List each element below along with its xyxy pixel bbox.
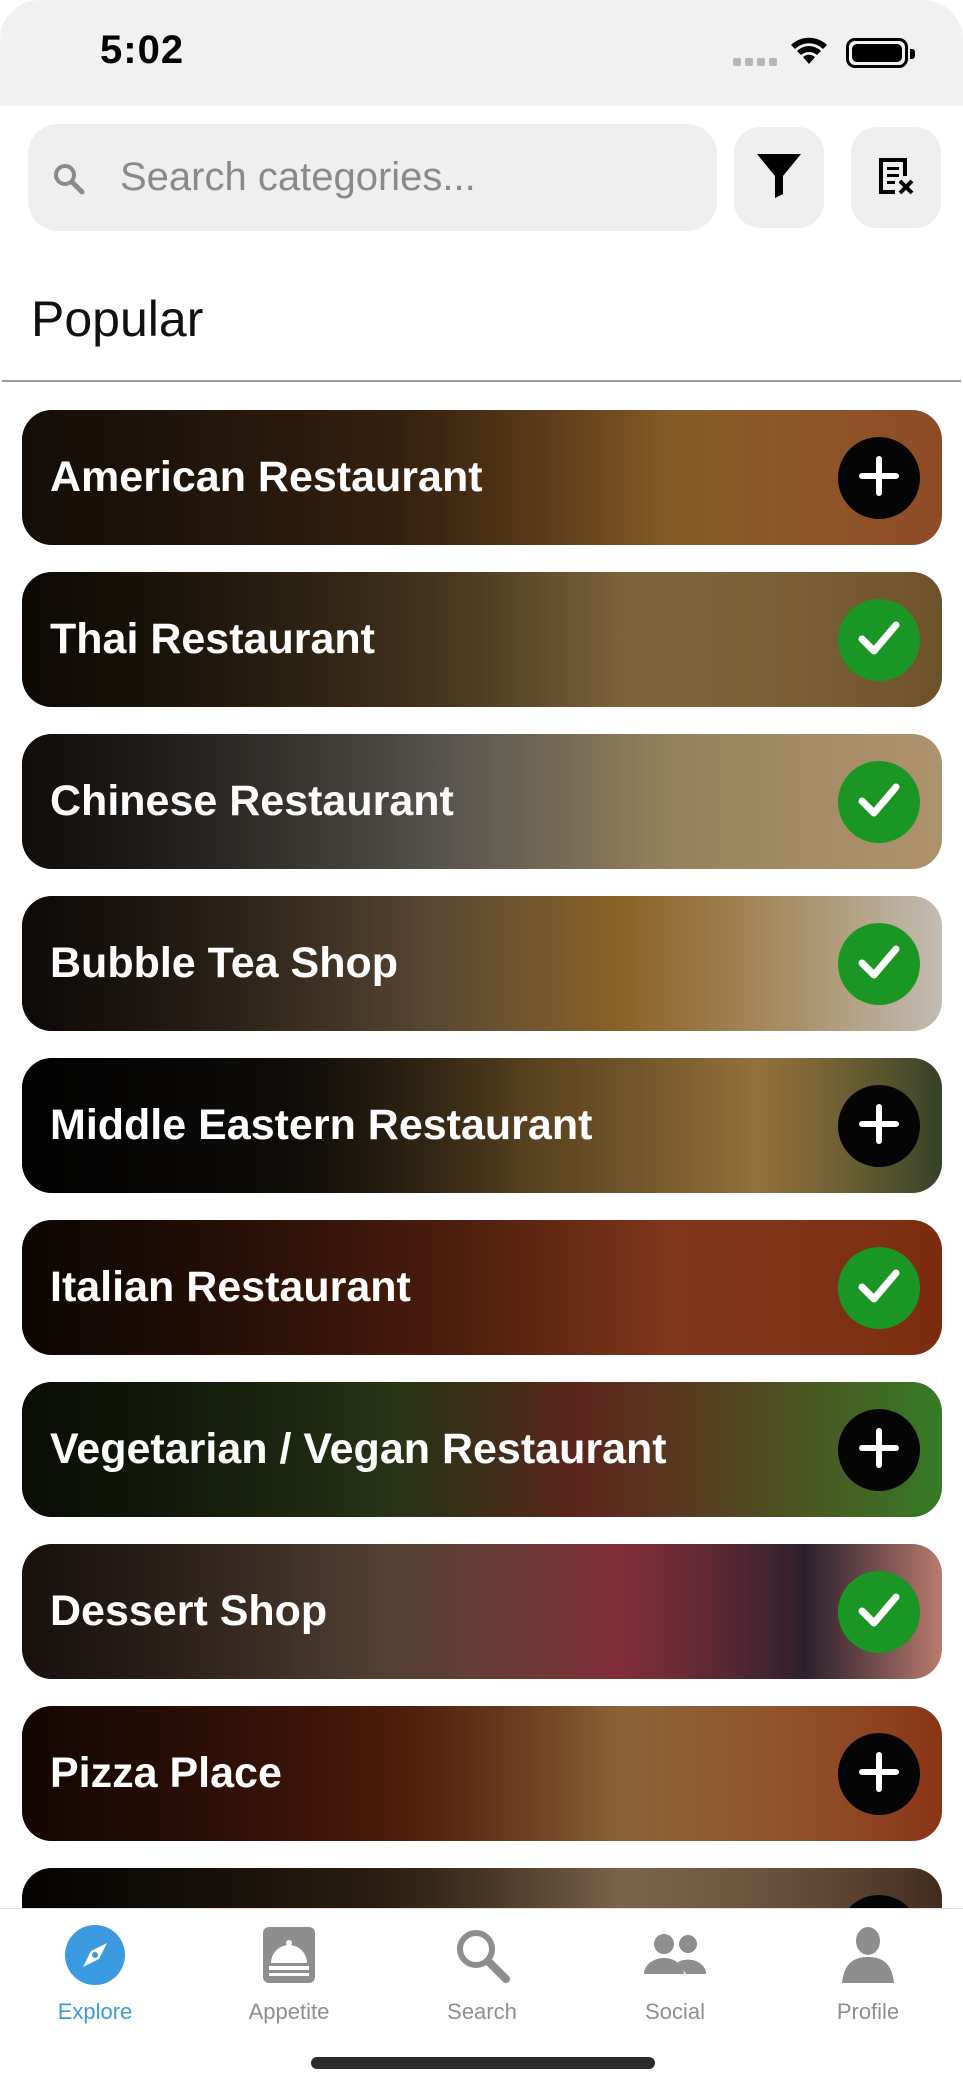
category-card[interactable]: American Restaurant bbox=[22, 410, 942, 545]
remove-category-button[interactable] bbox=[838, 923, 920, 1005]
category-card[interactable]: Chinese Restaurant bbox=[22, 734, 942, 869]
cellular-signal-icon bbox=[733, 58, 779, 68]
add-category-button[interactable] bbox=[838, 1733, 920, 1815]
category-label: Vegetarian / Vegan Restaurant bbox=[50, 1425, 667, 1473]
clear-list-icon bbox=[875, 154, 917, 201]
cloche-icon bbox=[214, 1923, 364, 1987]
tab-label: Profile bbox=[836, 1999, 900, 2024]
category-card[interactable]: Italian Restaurant bbox=[22, 1220, 942, 1355]
filter-button[interactable] bbox=[734, 127, 824, 228]
tab-label: Search bbox=[447, 1999, 517, 2024]
category-card[interactable]: Dessert Shop bbox=[22, 1544, 942, 1679]
remove-category-button[interactable] bbox=[838, 1247, 920, 1329]
category-label: Pizza Place bbox=[50, 1749, 282, 1797]
category-label: Bubble Tea Shop bbox=[50, 939, 398, 987]
tab-search[interactable]: Search bbox=[407, 1923, 557, 2033]
person-icon bbox=[793, 1923, 943, 1987]
checkmark-icon bbox=[854, 775, 904, 830]
remove-category-button[interactable] bbox=[838, 761, 920, 843]
checkmark-icon bbox=[854, 1261, 904, 1316]
people-icon bbox=[600, 1923, 750, 1987]
home-indicator bbox=[311, 2057, 655, 2069]
filter-icon bbox=[754, 150, 804, 205]
plus-icon bbox=[856, 1749, 902, 1800]
search-input[interactable] bbox=[120, 146, 700, 208]
clear-selection-button[interactable] bbox=[851, 127, 941, 228]
tab-explore[interactable]: Explore bbox=[20, 1923, 170, 2033]
tab-bar: Explore Appetite Search Social Profile bbox=[0, 1908, 963, 2084]
status-bar: 5:02 bbox=[0, 0, 963, 106]
category-card[interactable]: Thai Restaurant bbox=[22, 572, 942, 707]
category-label: Chinese Restaurant bbox=[50, 777, 454, 825]
category-card[interactable]: Middle Eastern Restaurant bbox=[22, 1058, 942, 1193]
tab-label: Explore bbox=[57, 1999, 133, 2024]
tab-appetite[interactable]: Appetite bbox=[214, 1923, 364, 2033]
section-divider bbox=[2, 380, 961, 382]
checkmark-icon bbox=[854, 937, 904, 992]
category-label: Thai Restaurant bbox=[50, 615, 375, 663]
compass-icon bbox=[20, 1923, 170, 1987]
tab-social[interactable]: Social bbox=[600, 1923, 750, 2033]
status-time: 5:02 bbox=[100, 28, 185, 72]
remove-category-button[interactable] bbox=[838, 1571, 920, 1653]
image-overlay bbox=[22, 1868, 942, 1908]
checkmark-icon bbox=[854, 613, 904, 668]
category-list[interactable]: American Restaurant Thai Restaurant Chines… bbox=[22, 410, 942, 1908]
tab-profile[interactable]: Profile bbox=[793, 1923, 943, 2033]
add-category-button[interactable] bbox=[838, 1085, 920, 1167]
search-bar[interactable] bbox=[28, 124, 717, 231]
category-card[interactable] bbox=[22, 1868, 942, 1908]
search-icon bbox=[407, 1923, 557, 1987]
search-icon bbox=[52, 162, 86, 201]
tab-label: Appetite bbox=[248, 1999, 330, 2024]
remove-category-button[interactable] bbox=[838, 599, 920, 681]
add-category-button[interactable] bbox=[838, 437, 920, 519]
wifi-icon bbox=[789, 36, 829, 71]
category-card[interactable]: Bubble Tea Shop bbox=[22, 896, 942, 1031]
category-card[interactable]: Pizza Place bbox=[22, 1706, 942, 1841]
category-label: Italian Restaurant bbox=[50, 1263, 411, 1311]
checkmark-icon bbox=[854, 1585, 904, 1640]
section-title: Popular bbox=[31, 291, 204, 347]
plus-icon bbox=[856, 1101, 902, 1152]
tab-label: Social bbox=[645, 1999, 705, 2024]
category-label: Middle Eastern Restaurant bbox=[50, 1101, 593, 1149]
add-category-button[interactable] bbox=[838, 1409, 920, 1491]
battery-icon bbox=[846, 38, 915, 68]
category-label: Dessert Shop bbox=[50, 1587, 328, 1635]
category-card[interactable]: Vegetarian / Vegan Restaurant bbox=[22, 1382, 942, 1517]
plus-icon bbox=[856, 453, 902, 504]
plus-icon bbox=[856, 1425, 902, 1476]
category-label: American Restaurant bbox=[50, 453, 483, 501]
